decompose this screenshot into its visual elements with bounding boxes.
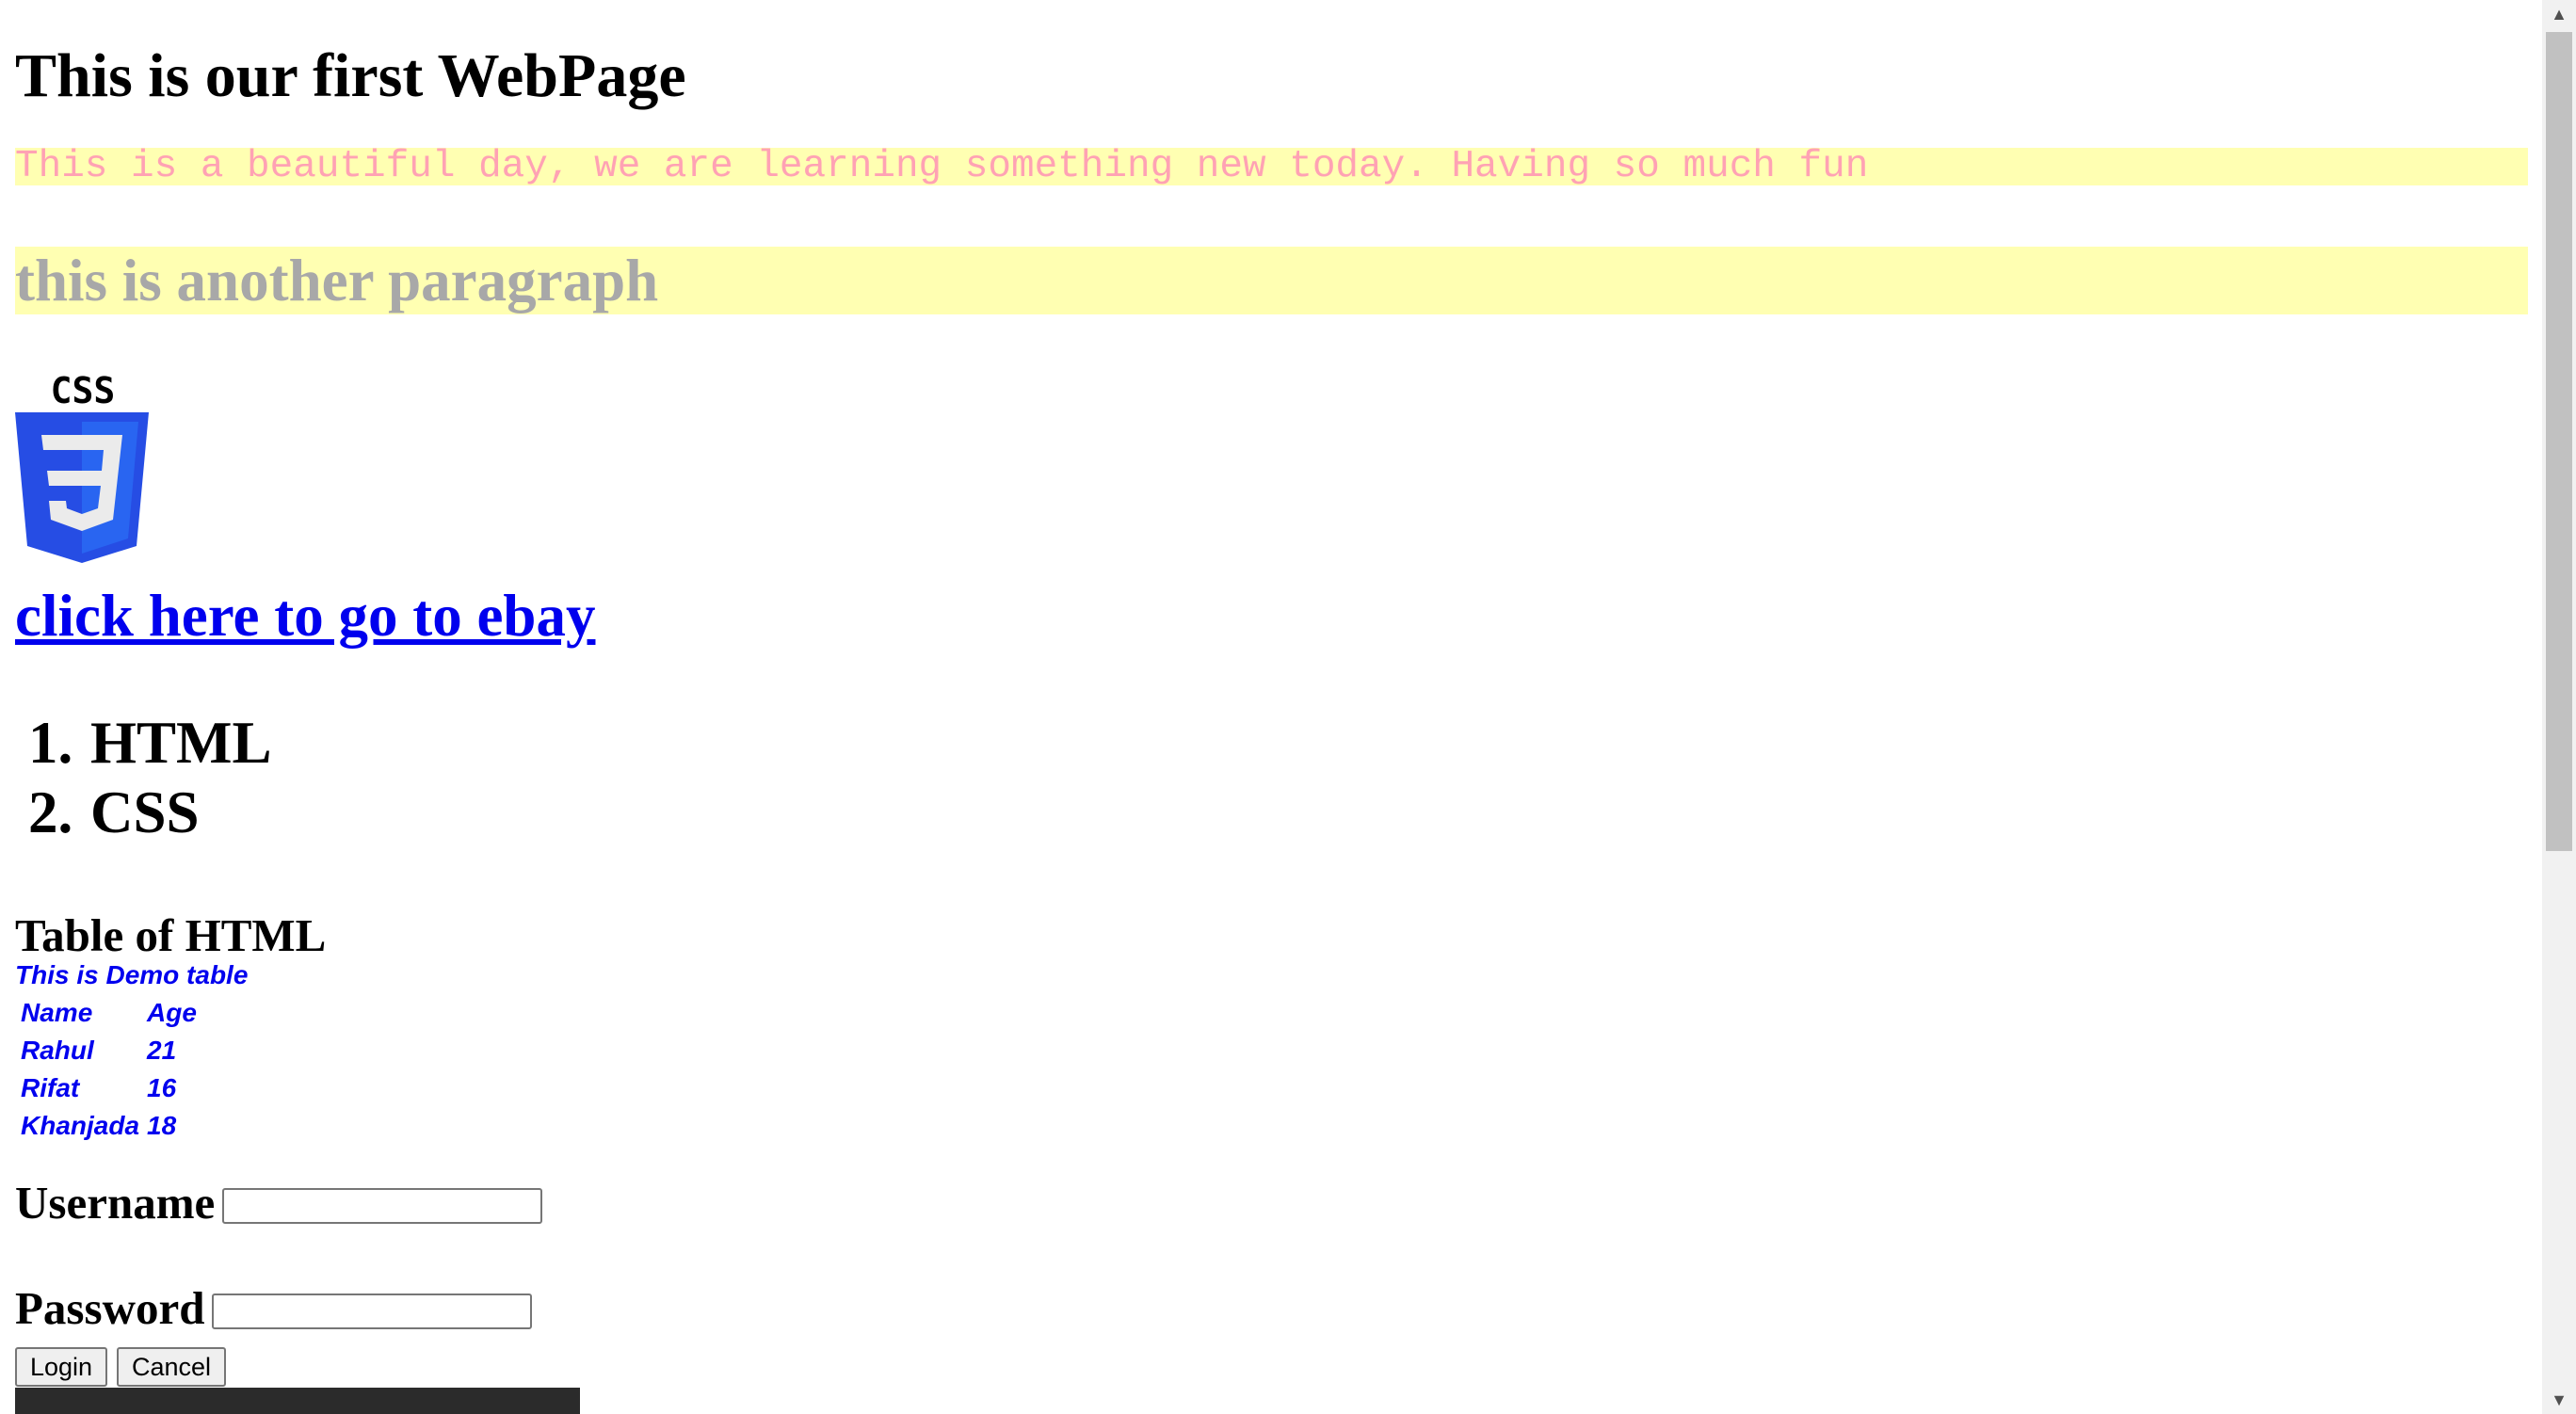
scrollbar-thumb[interactable] <box>2546 32 2572 851</box>
username-input[interactable] <box>222 1188 542 1224</box>
table-row: Khanjada 18 <box>15 1107 248 1145</box>
table-cell-age: 18 <box>147 1111 177 1140</box>
table-cell-name: Rifat <box>21 1073 80 1102</box>
first-paragraph: This is a beautiful day, we are learning… <box>15 148 2528 186</box>
table-row: Rahul 21 <box>15 1032 248 1069</box>
list-number: 2. <box>28 779 73 845</box>
ebay-link[interactable]: click here to go to ebay <box>15 576 595 655</box>
ordered-list: 1. HTML 2. CSS <box>28 708 272 847</box>
scroll-down-arrow-icon[interactable]: ▼ <box>2542 1386 2576 1414</box>
table-row: Rifat 16 <box>15 1069 248 1107</box>
page-heading: This is our first WebPage <box>15 41 686 110</box>
table-cell-name: Khanjada <box>21 1111 140 1140</box>
table-cell-age: 21 <box>147 1036 177 1065</box>
demo-table: This is Demo table Name Age Rahul 21 Rif… <box>15 956 248 1145</box>
list-item-label: CSS <box>90 779 200 845</box>
scroll-up-arrow-icon[interactable]: ▲ <box>2542 0 2576 28</box>
vertical-scrollbar[interactable]: ▲ ▼ <box>2542 0 2576 1414</box>
username-label: Username <box>15 1177 216 1229</box>
table-header-row: Name Age <box>15 994 248 1032</box>
css3-logo-icon: CSS <box>15 369 149 565</box>
list-item: 1. HTML <box>28 708 272 778</box>
dark-footer-block <box>15 1388 580 1414</box>
login-button[interactable]: Login <box>15 1347 107 1387</box>
second-paragraph: this is another paragraph <box>15 247 2528 314</box>
column-header-age: Age <box>147 998 197 1027</box>
list-number: 1. <box>28 710 73 776</box>
list-item: 2. CSS <box>28 778 272 847</box>
table-cell-name: Rahul <box>21 1036 94 1065</box>
css-logo-label: CSS <box>51 370 116 411</box>
table-caption: This is Demo table <box>15 960 249 989</box>
password-label: Password <box>15 1282 205 1334</box>
page: This is our first WebPage This is a beau… <box>0 0 2542 1414</box>
password-input[interactable] <box>212 1293 532 1329</box>
column-header-name: Name <box>21 998 93 1027</box>
table-cell-age: 16 <box>147 1073 177 1102</box>
cancel-button[interactable]: Cancel <box>117 1347 226 1387</box>
list-item-label: HTML <box>90 710 272 776</box>
